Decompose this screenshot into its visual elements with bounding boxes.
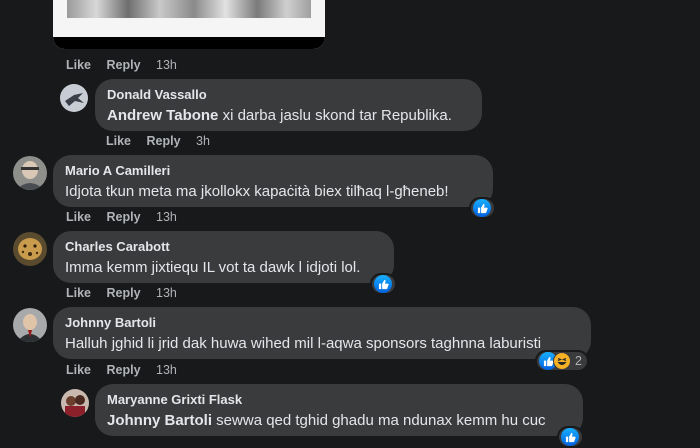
reply-link[interactable]: Reply: [147, 134, 181, 148]
avatar[interactable]: [13, 308, 47, 342]
post-photo-attachment[interactable]: [53, 0, 325, 49]
haha-icon: [553, 352, 571, 370]
like-icon: [473, 199, 491, 217]
comment-author[interactable]: Johnny Bartoli: [65, 315, 579, 331]
avatar-image: [61, 389, 89, 417]
comment-author[interactable]: Donald Vassallo: [107, 87, 470, 103]
mention-tag[interactable]: Johnny Bartoli: [107, 412, 212, 429]
comment-bubble: Charles Carabott Imma kemm jixtiequ IL v…: [53, 231, 394, 283]
comment-text: Johnny Bartoli sewwa qed tghid ghadu ma …: [107, 411, 571, 431]
comment-actions: Like Reply 13h: [66, 285, 177, 301]
comment-text: Halluh jghid li jrid dak huwa wihed mil …: [65, 335, 542, 352]
comment-actions: Like Reply 13h: [66, 209, 177, 225]
photo-frame: [53, 37, 325, 49]
comment-text: Andrew Tabone xi darba jaslu skond tar R…: [107, 106, 470, 126]
timestamp[interactable]: 13h: [156, 58, 177, 72]
comment-body: xi darba jaslu skond tar Republika.: [218, 107, 452, 124]
top-comment-actions: Like Reply 13h: [66, 57, 177, 73]
comment-author[interactable]: Charles Carabott: [65, 239, 382, 255]
timestamp[interactable]: 13h: [156, 286, 177, 300]
comment-actions: Like Reply 3h: [106, 133, 210, 149]
photo-image: [67, 0, 311, 18]
reaction-summary[interactable]: 2: [535, 350, 589, 372]
timestamp[interactable]: 13h: [156, 210, 177, 224]
comment-bubble: Mario A Camilleri Idjota tkun meta ma jk…: [53, 155, 493, 207]
reaction-summary[interactable]: [469, 197, 496, 219]
mention-tag[interactable]: Andrew Tabone: [107, 107, 218, 124]
timestamp[interactable]: 13h: [156, 363, 177, 377]
reply-link[interactable]: Reply: [107, 210, 141, 224]
comment-actions: Like Reply 13h: [66, 362, 177, 378]
like-link[interactable]: Like: [66, 363, 91, 377]
like-icon: [374, 275, 392, 293]
comment-bubble: Donald Vassallo Andrew Tabone xi darba j…: [95, 79, 482, 131]
avatar-image: [13, 232, 47, 266]
avatar-image: [60, 84, 88, 112]
reply-link[interactable]: Reply: [107, 363, 141, 377]
avatar[interactable]: [13, 232, 47, 266]
comment-text: Idjota tkun meta ma jkollokx kapaċità bi…: [65, 183, 449, 200]
avatar[interactable]: [61, 389, 89, 417]
timestamp[interactable]: 3h: [196, 134, 210, 148]
avatar[interactable]: [13, 156, 47, 190]
avatar[interactable]: [60, 84, 88, 112]
comment-author[interactable]: Mario A Camilleri: [65, 163, 481, 179]
comment-bubble: Johnny Bartoli Halluh jghid li jrid dak …: [53, 307, 591, 359]
comment-author[interactable]: Maryanne Grixti Flask: [107, 392, 571, 408]
comment-body: sewwa qed tghid ghadu ma ndunax kemm hu …: [212, 412, 546, 429]
like-icon: [561, 428, 579, 446]
reply-link[interactable]: Reply: [107, 58, 141, 72]
like-link[interactable]: Like: [66, 210, 91, 224]
avatar-image: [13, 308, 47, 342]
reaction-summary[interactable]: [370, 273, 397, 295]
reply-link[interactable]: Reply: [107, 286, 141, 300]
like-link[interactable]: Like: [66, 286, 91, 300]
reaction-count: 2: [575, 354, 582, 368]
like-link[interactable]: Like: [106, 134, 131, 148]
avatar-image: [13, 156, 47, 190]
comment-bubble: Maryanne Grixti Flask Johnny Bartoli sew…: [95, 384, 583, 436]
like-link[interactable]: Like: [66, 58, 91, 72]
comment-text: Imma kemm jixtiequ IL vot ta dawk l idjo…: [65, 259, 361, 276]
reaction-summary[interactable]: [557, 426, 584, 448]
